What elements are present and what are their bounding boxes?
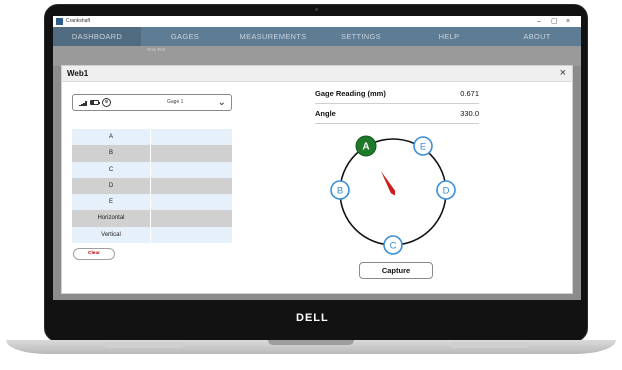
menu-dashboard[interactable]: DASHBOARD — [53, 27, 141, 46]
row-value — [151, 210, 232, 226]
row-label: Horizontal — [72, 210, 151, 227]
dial-point-d[interactable]: D — [436, 180, 456, 200]
row-label: E — [72, 194, 151, 211]
row-value — [151, 162, 232, 178]
brand-logo: DELL — [296, 312, 329, 324]
menu-measurements[interactable]: MEASUREMENTS — [229, 27, 317, 46]
row-label: D — [72, 177, 151, 195]
table-row: Vertical — [72, 226, 232, 244]
row-label: C — [72, 161, 151, 178]
minimize-button[interactable]: – — [537, 16, 541, 27]
angle-needle — [381, 171, 396, 196]
laptop-frame: DELL Crankshaft – ▢ × DASHBOARD GAGES ME… — [0, 0, 622, 370]
capture-button[interactable]: Capture — [359, 262, 433, 279]
table-row: E — [72, 194, 232, 211]
dial-point-b[interactable]: B — [330, 180, 350, 200]
background-strip — [53, 46, 581, 66]
dial-point-a[interactable]: A — [355, 135, 377, 157]
background-text: Row Text — [147, 47, 166, 52]
menu-help[interactable]: HELP — [405, 27, 493, 46]
row-value — [151, 194, 232, 210]
angle-label: Angle — [315, 109, 336, 118]
dial-point-label: A — [362, 142, 369, 153]
dial-point-e[interactable]: E — [413, 136, 433, 156]
clear-button[interactable]: Clear — [73, 248, 115, 260]
window-titlebar: Crankshaft – ▢ × — [53, 16, 581, 27]
table-row: A — [72, 129, 232, 146]
row-value — [151, 227, 232, 243]
table-row: C — [72, 161, 232, 178]
gage-reading-label: Gage Reading (mm) — [315, 89, 386, 98]
gage-dropdown[interactable]: ⊕ Gage 1 ⌄ — [72, 94, 232, 111]
angle-value: 330.0 — [460, 109, 479, 118]
menu-settings[interactable]: SETTINGS — [317, 27, 405, 46]
row-label: A — [72, 129, 151, 146]
position-dial: A E B D C — [330, 135, 456, 255]
menu-about[interactable]: ABOUT — [493, 27, 581, 46]
signal-icon — [79, 101, 87, 106]
battery-icon — [90, 100, 100, 105]
table-row: B — [72, 145, 232, 162]
table-row: Horizontal — [72, 210, 232, 227]
menu-gages[interactable]: GAGES — [141, 27, 229, 46]
row-value — [151, 129, 232, 145]
dial-point-label: E — [420, 142, 426, 153]
app-icon — [56, 18, 63, 25]
chevron-down-icon: ⌄ — [217, 97, 226, 108]
gage-reading-value: 0.671 — [460, 89, 479, 98]
dial-point-c[interactable]: C — [383, 235, 403, 255]
webcam — [315, 8, 318, 11]
close-icon[interactable]: × — [560, 66, 566, 81]
laptop-base-notch — [268, 340, 354, 345]
dial-point-label: D — [443, 186, 450, 197]
row-value — [151, 145, 232, 161]
close-window-button[interactable]: × — [566, 16, 570, 27]
dialog-header: Web1 × — [62, 66, 572, 82]
reading-info: Gage Reading (mm) 0.671 Angle 330.0 — [315, 86, 479, 126]
table-row: D — [72, 177, 232, 195]
laptop-foot-right — [452, 342, 528, 348]
laptop-foot-left — [106, 342, 182, 348]
gage-reading-row: Gage Reading (mm) 0.671 — [315, 86, 479, 104]
readings-table: A B C D E Horizontal Vertical — [72, 129, 232, 244]
dialog-title: Web1 — [67, 69, 89, 78]
web-dialog: Web1 × ⊕ Gage 1 ⌄ A B C D E Horizontal V… — [61, 65, 573, 294]
window-title: Crankshaft — [66, 18, 91, 24]
row-label: Vertical — [72, 226, 151, 244]
row-value — [151, 178, 232, 194]
dial-point-label: B — [337, 186, 343, 197]
main-menu: DASHBOARD GAGES MEASUREMENTS SETTINGS HE… — [53, 27, 581, 46]
globe-icon: ⊕ — [102, 98, 111, 107]
maximize-button[interactable]: ▢ — [551, 16, 558, 27]
row-label: B — [72, 145, 151, 162]
screen: Crankshaft – ▢ × DASHBOARD GAGES MEASURE… — [53, 16, 581, 300]
gage-selected-label: Gage 1 — [167, 99, 184, 105]
dial-point-label: C — [390, 241, 397, 252]
angle-row: Angle 330.0 — [315, 106, 479, 124]
